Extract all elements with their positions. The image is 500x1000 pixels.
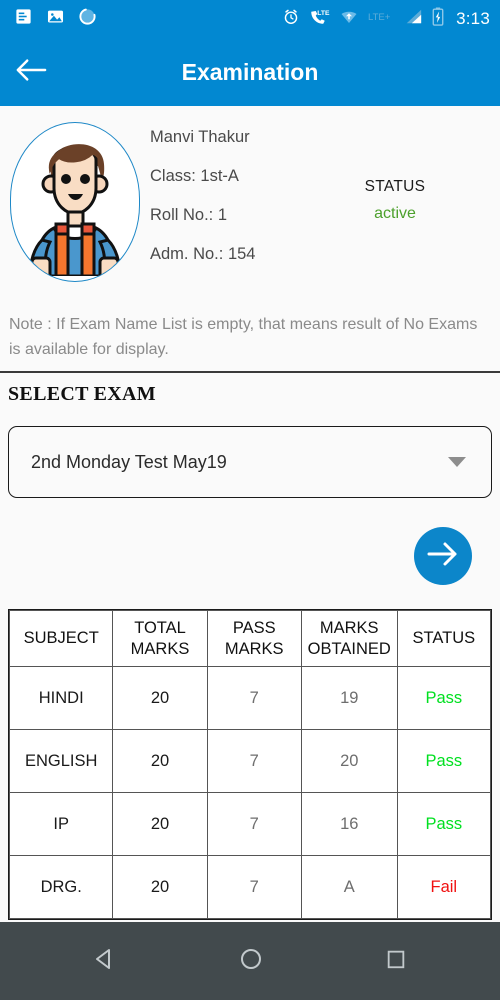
status-label: STATUS [364,178,426,195]
student-avatar-icon [12,124,138,281]
document-icon [14,7,33,31]
column-header-status: STATUS [396,610,492,667]
table-header-row: SUBJECT TOTAL MARKS PASS MARKS MARKS OBT… [8,610,492,667]
cell-total-marks: 20 [112,666,208,730]
cell-pass-marks: 7 [206,666,302,730]
square-recents-icon[interactable] [385,948,407,975]
cell-pass-marks: 7 [206,855,302,919]
svg-text:LTE+: LTE+ [368,12,391,23]
status-column: STATUS active [340,106,450,223]
arrow-right-icon [426,540,460,573]
student-info-card: Manvi Thakur Class: 1st-A Roll No.: 1 Ad… [0,106,500,302]
column-header-marks-obtained: MARKS OBTAINED [300,610,398,667]
status-badge: active [374,205,416,222]
image-icon [46,7,65,31]
submit-button[interactable] [414,527,472,585]
cell-status: Pass [396,729,492,793]
alarm-icon [282,8,300,31]
chevron-down-icon [448,457,466,467]
cell-total-marks: 20 [112,729,208,793]
cell-pass-marks: 7 [206,792,302,856]
android-navigation-bar [0,922,500,1000]
column-header-subject: SUBJECT [8,610,114,667]
exam-select-value: 2nd Monday Test May19 [31,451,227,472]
table-row: ENGLISH 20 7 20 Pass [8,729,492,793]
results-table: SUBJECT TOTAL MARKS PASS MARKS MARKS OBT… [8,609,492,920]
avatar-container [0,106,150,282]
cell-status: Pass [396,666,492,730]
table-row: HINDI 20 7 19 Pass [8,666,492,730]
svg-text:LTE: LTE [317,9,330,16]
table-row: DRG. 20 7 A Fail [8,855,492,919]
column-header-total-marks: TOTAL MARKS [112,610,208,667]
student-class: Class: 1st-A [150,167,239,185]
cell-status: Pass [396,792,492,856]
note-text: Note : If Exam Name List is empty, that … [9,316,478,358]
avatar [10,122,140,282]
student-details: Manvi Thakur Class: 1st-A Roll No.: 1 Ad… [150,106,340,284]
cell-status: Fail [396,855,492,919]
sync-circle-icon [78,7,97,31]
cell-total-marks: 20 [112,855,208,919]
cell-subject: DRG. [8,855,114,919]
status-bar-left-icons [14,7,97,31]
student-name: Manvi Thakur [150,128,250,146]
column-header-pass-marks: PASS MARKS [206,610,302,667]
cell-pass-marks: 7 [206,729,302,793]
cell-marks-obtained: 20 [300,729,398,793]
circle-home-icon[interactable] [239,947,263,976]
cell-subject: ENGLISH [8,729,114,793]
lte-call-icon: LTE [309,8,330,31]
triangle-back-icon[interactable] [93,947,117,976]
student-adm-no: Adm. No.: 154 [150,245,256,263]
examination-screen: LTE LTE+ 3:13 Examination Manvi Thakur C… [0,0,500,1000]
app-bar: Examination [0,38,500,106]
status-bar: LTE LTE+ 3:13 [0,0,500,38]
cell-marks-obtained: 19 [300,666,398,730]
signal-icon [404,8,423,30]
arrow-left-icon [15,57,47,88]
status-bar-right-icons: LTE LTE+ 3:13 [282,7,490,31]
cell-total-marks: 20 [112,792,208,856]
page-title: Examination [181,58,319,85]
section-divider [0,371,500,373]
student-roll-no: Roll No.: 1 [150,206,228,224]
cell-subject: HINDI [8,666,114,730]
battery-charging-icon [432,7,444,31]
status-bar-clock: 3:13 [456,9,490,28]
cell-marks-obtained: A [300,855,398,919]
lte-plus-label: LTE+ [368,10,395,29]
select-exam-heading: SELECT EXAM [8,383,156,405]
wifi-icon [339,8,359,31]
back-button[interactable] [0,38,62,106]
exam-select-dropdown[interactable]: 2nd Monday Test May19 [8,426,492,498]
table-row: IP 20 7 16 Pass [8,792,492,856]
cell-marks-obtained: 16 [300,792,398,856]
cell-subject: IP [8,792,114,856]
